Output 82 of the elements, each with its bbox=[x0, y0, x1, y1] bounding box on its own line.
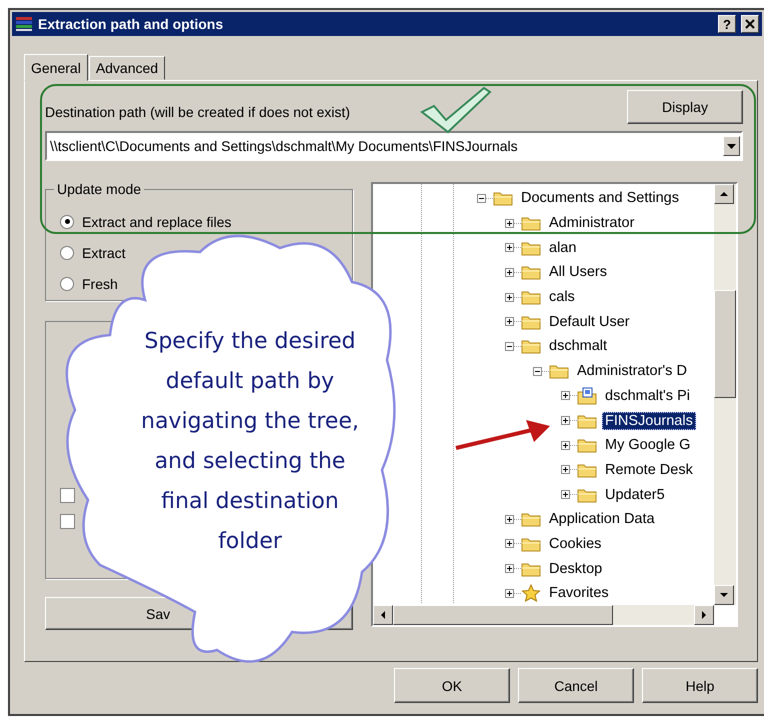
tree-item[interactable]: Cookies bbox=[505, 532, 604, 556]
collapse-icon[interactable] bbox=[505, 342, 514, 351]
group-title: Update mode bbox=[54, 181, 144, 197]
folder-icon bbox=[577, 486, 597, 503]
close-icon bbox=[745, 19, 755, 29]
dialog-button[interactable]: OK bbox=[394, 668, 510, 703]
tree-item[interactable]: Documents and Settings bbox=[477, 186, 682, 211]
expand-icon[interactable] bbox=[505, 588, 514, 598]
tree-item[interactable]: Desktop bbox=[505, 556, 606, 581]
tree-item[interactable]: dschmalt's Pi bbox=[561, 384, 693, 408]
tree-item[interactable]: Application Data bbox=[505, 506, 658, 532]
radio-indicator[interactable] bbox=[60, 214, 74, 228]
folder-icon bbox=[493, 190, 513, 206]
horizontal-scrollbar[interactable] bbox=[373, 605, 714, 625]
folder-icon bbox=[521, 289, 541, 306]
tab[interactable]: General bbox=[24, 54, 88, 81]
dialog-button[interactable]: Help bbox=[642, 668, 758, 703]
tree-item[interactable]: Administrator bbox=[505, 210, 638, 236]
tree-item[interactable]: My Google G bbox=[561, 432, 694, 458]
scrollbar-thumb[interactable] bbox=[714, 290, 736, 398]
folder-icon bbox=[521, 536, 541, 552]
tree-item[interactable]: cals bbox=[505, 284, 578, 310]
tree-item[interactable]: Updater5 bbox=[561, 482, 668, 507]
window-title: Extraction path and options bbox=[38, 16, 224, 32]
scroll-up-icon[interactable] bbox=[714, 184, 734, 204]
collapse-icon[interactable] bbox=[477, 194, 486, 203]
checkbox[interactable] bbox=[60, 488, 75, 503]
books-icon bbox=[15, 16, 33, 32]
scroll-right-icon[interactable] bbox=[694, 605, 714, 625]
expand-icon[interactable] bbox=[505, 317, 514, 326]
collapse-icon[interactable] bbox=[533, 366, 542, 376]
folder-icon bbox=[521, 338, 541, 354]
radio-option[interactable]: Extract bbox=[60, 243, 126, 262]
expand-icon[interactable] bbox=[561, 465, 570, 474]
folder-icon bbox=[521, 240, 541, 256]
vertical-scrollbar[interactable] bbox=[714, 184, 736, 605]
tree-item[interactable]: Favorites bbox=[505, 581, 612, 606]
path-combobox[interactable]: \\tsclient\C\Documents and Settings\dschmalt\My Documents\FINSJournals bbox=[45, 131, 743, 161]
folder-icon bbox=[549, 363, 569, 380]
checkbox[interactable] bbox=[60, 514, 75, 529]
radio-option[interactable]: Fresh bbox=[60, 274, 118, 293]
expand-icon[interactable] bbox=[561, 440, 570, 450]
tree-item[interactable]: Administrator's D bbox=[533, 358, 690, 384]
destination-label: Destination path (will be created if does not exist) bbox=[45, 104, 350, 120]
tree-item[interactable]: Default User bbox=[505, 309, 633, 334]
expand-icon[interactable] bbox=[505, 218, 514, 228]
expand-icon[interactable] bbox=[561, 416, 570, 426]
scroll-left-icon[interactable] bbox=[373, 605, 393, 625]
radio-indicator[interactable] bbox=[60, 246, 74, 260]
callout-text: Specify the desired default path by navigating the tree, and selecting the final destination folder bbox=[140, 328, 360, 556]
tree-item[interactable]: alan bbox=[505, 235, 580, 260]
expand-icon[interactable] bbox=[505, 268, 514, 277]
picture-folder-icon bbox=[577, 386, 597, 405]
folder-icon bbox=[521, 560, 541, 577]
folder-icon bbox=[521, 215, 541, 232]
display-button[interactable]: Display bbox=[627, 90, 743, 124]
tree-item[interactable]: Remote Desk bbox=[561, 458, 696, 482]
close-button[interactable] bbox=[741, 15, 759, 33]
expand-icon[interactable] bbox=[561, 490, 570, 500]
folder-icon bbox=[577, 412, 597, 429]
folder-icon bbox=[521, 511, 541, 528]
expand-icon[interactable] bbox=[505, 514, 514, 524]
radio-option[interactable]: Extract and replace files bbox=[60, 212, 232, 231]
folder-icon bbox=[521, 264, 541, 280]
expand-icon[interactable] bbox=[505, 243, 514, 252]
folder-icon bbox=[577, 437, 597, 454]
tree-item[interactable]: dschmalt bbox=[505, 334, 610, 359]
folder-icon bbox=[521, 314, 541, 330]
dialog-button[interactable]: Cancel bbox=[518, 668, 634, 703]
expand-icon[interactable] bbox=[505, 564, 514, 574]
expand-icon[interactable] bbox=[505, 292, 514, 302]
checkmark-drawing bbox=[420, 86, 492, 134]
scroll-down-icon[interactable] bbox=[714, 585, 734, 605]
expand-icon[interactable] bbox=[561, 391, 570, 400]
tree-item[interactable]: All Users bbox=[505, 260, 610, 285]
expand-icon[interactable] bbox=[505, 539, 514, 548]
star-icon bbox=[521, 584, 541, 602]
help-button[interactable]: ? bbox=[718, 15, 736, 33]
folder-icon bbox=[577, 462, 597, 478]
radio-indicator[interactable] bbox=[60, 276, 74, 290]
tab[interactable]: Advanced bbox=[88, 56, 166, 80]
scrollbar-thumb[interactable] bbox=[393, 605, 613, 625]
